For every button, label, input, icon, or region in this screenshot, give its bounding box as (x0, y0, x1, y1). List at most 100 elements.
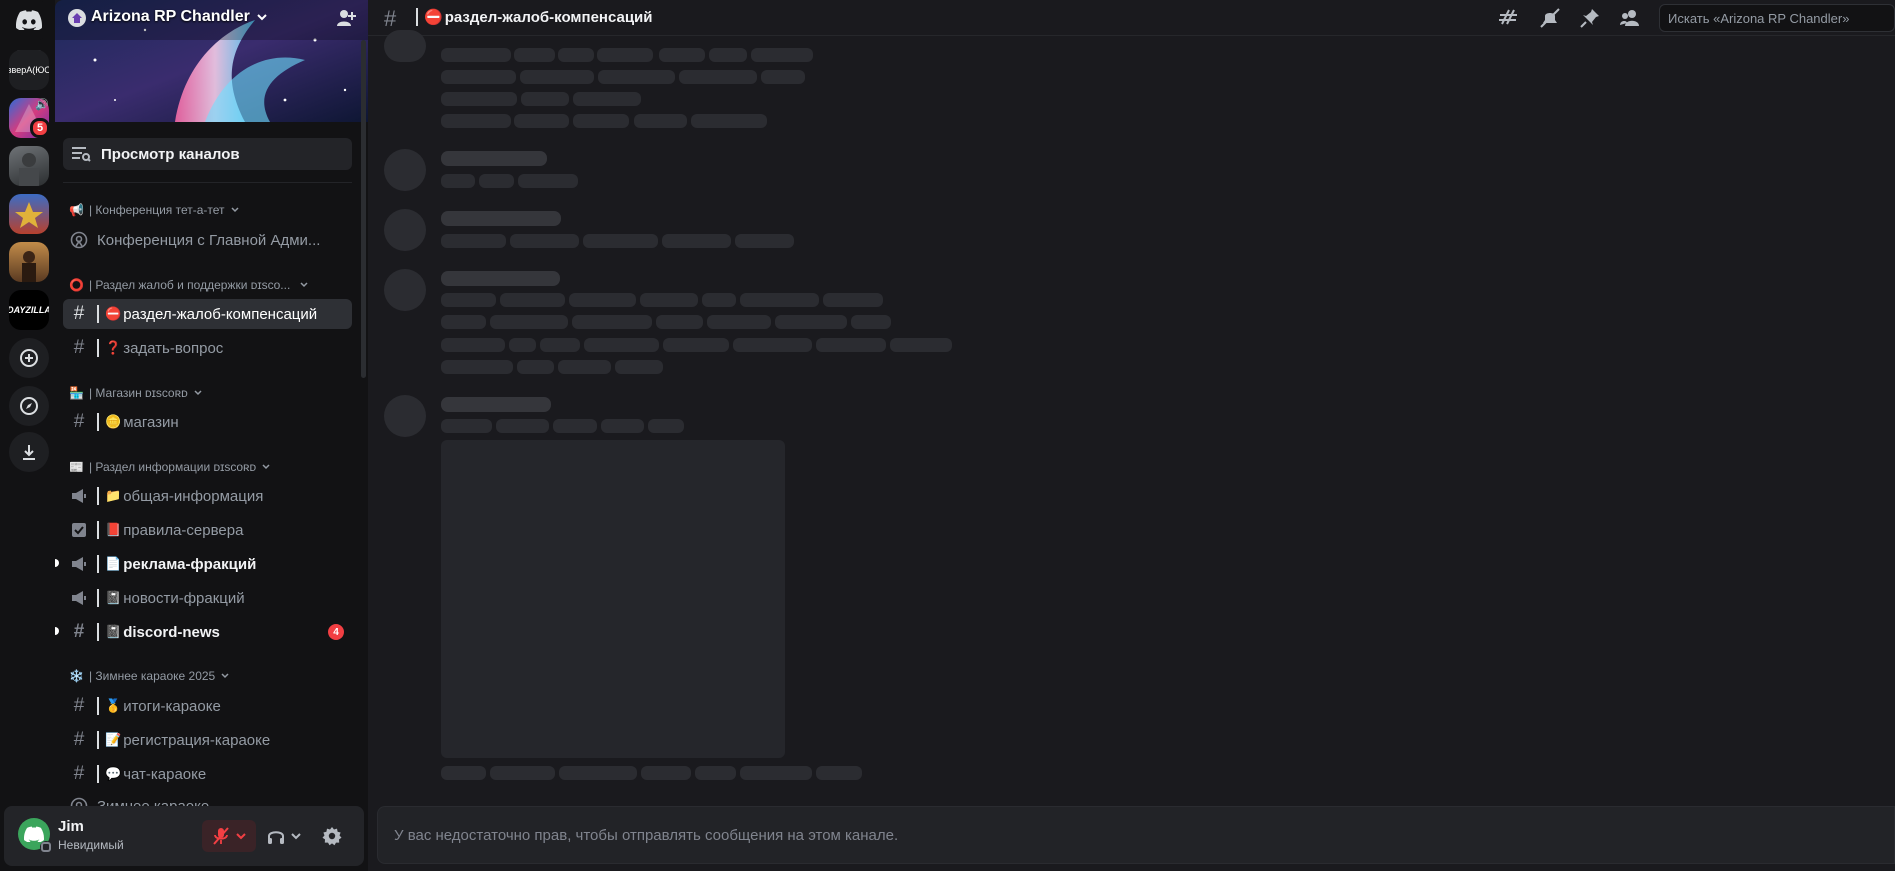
skeleton-line (691, 114, 767, 128)
download-icon[interactable] (9, 432, 49, 472)
category-complaints[interactable]: ⭕ | Раздел жалоб и поддержки ᴅɪsᴄᴏ... (69, 278, 309, 292)
announcement-icon (69, 488, 89, 504)
channel-label: Конференция с Главной Адми... (97, 231, 321, 249)
skeleton-line (441, 419, 492, 433)
member-list-icon[interactable] (1618, 7, 1642, 29)
skeleton-line (816, 766, 862, 780)
server-icon-4[interactable] (9, 242, 49, 282)
skeleton-line (733, 338, 812, 352)
chevron-down-icon (291, 833, 301, 840)
user-status: Невидимый (58, 838, 124, 852)
server-mention-badge: 5 (30, 118, 50, 138)
channel-emoji: 🥇 (105, 698, 122, 713)
pinned-messages-icon[interactable] (1578, 7, 1602, 29)
chevron-down-icon (231, 207, 239, 213)
sidebar-scrollbar[interactable] (361, 40, 366, 378)
skeleton-line (735, 234, 794, 248)
skeleton-line (751, 48, 813, 62)
server-label: вверA(ЮО (9, 65, 49, 75)
skeleton-line (707, 315, 771, 329)
channel-ask-question[interactable]: # ❓ задать-вопрос (63, 333, 352, 363)
skeleton-line (640, 293, 698, 307)
hash-icon: # (73, 411, 85, 432)
category-shop[interactable]: 🏪 | Магазин ᴅɪsᴄᴏʀᴅ (69, 386, 203, 400)
skeleton-line (510, 234, 579, 248)
skeleton-line (648, 419, 684, 433)
chevron-down-icon (236, 833, 246, 840)
channel-emoji: 📕 (105, 522, 122, 537)
server-home-icon (68, 9, 86, 27)
skeleton-line (679, 70, 757, 84)
skeleton-line (601, 419, 644, 433)
skeleton-line (740, 766, 812, 780)
mute-toggle-button[interactable] (202, 820, 256, 852)
skeleton-line (441, 151, 547, 166)
skeleton-line (634, 114, 687, 128)
skeleton-line (656, 315, 703, 329)
skeleton-line (597, 48, 653, 62)
skeleton-avatar (384, 149, 426, 191)
threads-icon[interactable] (1498, 7, 1522, 29)
channel-shop[interactable]: # 🪙 магазин (63, 407, 352, 437)
skeleton-line (709, 48, 747, 62)
skeleton-line (509, 338, 536, 352)
channel-faction-ads[interactable]: 📄 реклама-фракций (63, 549, 352, 579)
server-icon-text[interactable]: вверA(ЮО (9, 50, 49, 90)
channel-complaints-compensation[interactable]: # ⛔ раздел-жалоб-компенсаций (63, 299, 352, 329)
category-conference[interactable]: 📢 | Конференция тет-а-тет (69, 203, 240, 217)
pipe-divider (97, 765, 99, 783)
channel-faction-news[interactable]: 📓 новости-фракций (63, 583, 352, 613)
skeleton-line (517, 360, 554, 374)
category-info[interactable]: 📰 | Раздел информации ᴅɪsᴄᴏʀᴅ (69, 460, 271, 474)
pipe-divider (416, 8, 418, 26)
browse-label: Просмотр каналов (101, 145, 240, 163)
channel-emoji: 📓 (105, 624, 122, 639)
skeleton-line (573, 92, 641, 106)
explore-compass-icon[interactable] (9, 386, 49, 426)
channel-karaoke-chat[interactable]: # 💬 чат-караоке (63, 759, 352, 789)
server-icon-dayzilla[interactable]: DAYZILLA (9, 290, 49, 330)
gear-icon (322, 827, 342, 846)
skeleton-line (598, 70, 675, 84)
channel-general-info[interactable]: 📁 общая-информация (63, 481, 352, 511)
pipe-divider (97, 731, 99, 749)
pipe-divider (97, 623, 99, 641)
notification-mute-icon[interactable] (1538, 7, 1562, 29)
skeleton-line (553, 419, 597, 433)
user-settings-button[interactable] (314, 820, 350, 852)
channel-emoji: 📄 (105, 556, 122, 571)
skeleton-line (479, 174, 514, 188)
add-server-icon[interactable] (9, 338, 49, 378)
channel-karaoke-results[interactable]: # 🥇 итоги-караоке (63, 691, 352, 721)
channel-karaoke-registration[interactable]: # 📝 регистрация-караоке (63, 725, 352, 755)
invite-people-icon[interactable] (336, 8, 356, 33)
stage-channel-icon (69, 231, 89, 249)
channel-discord-news[interactable]: # 📓 discord-news 4 (63, 617, 352, 647)
discord-home-icon[interactable] (9, 0, 49, 40)
skeleton-line (441, 271, 560, 286)
skeleton-line (521, 92, 569, 106)
server-name-dropdown[interactable]: Arizona RP Chandler (91, 8, 268, 26)
category-label: | Раздел информации ᴅɪsᴄᴏʀᴅ (88, 460, 257, 474)
skeleton-line (520, 70, 594, 84)
category-emoji: 📰 (69, 460, 84, 474)
channel-stage-conference[interactable]: Конференция с Главной Адми... (63, 225, 352, 255)
mention-badge: 4 (328, 624, 344, 640)
unread-indicator (55, 559, 59, 567)
server-icon-3[interactable] (9, 194, 49, 234)
announcement-icon (69, 556, 89, 572)
channel-emoji: 📝 (105, 732, 122, 747)
deafen-toggle-button[interactable] (262, 820, 306, 852)
browse-channels-button[interactable]: Просмотр каналов (63, 138, 352, 170)
pipe-divider (97, 413, 99, 431)
search-input[interactable]: Искать «Arizona RP Chandler» (1659, 4, 1895, 32)
skeleton-line (615, 360, 663, 374)
skeleton-image (441, 440, 785, 758)
category-label: | Зимнее караоке 2025 (88, 669, 216, 683)
category-karaoke[interactable]: ❄️ | Зимнее караоке 2025 (69, 669, 230, 683)
browse-list-icon (72, 147, 91, 162)
skeleton-line (441, 338, 505, 352)
username[interactable]: Jim (58, 818, 84, 835)
channel-server-rules[interactable]: 📕 правила-сервера (63, 515, 352, 545)
server-icon-2[interactable] (9, 146, 49, 186)
